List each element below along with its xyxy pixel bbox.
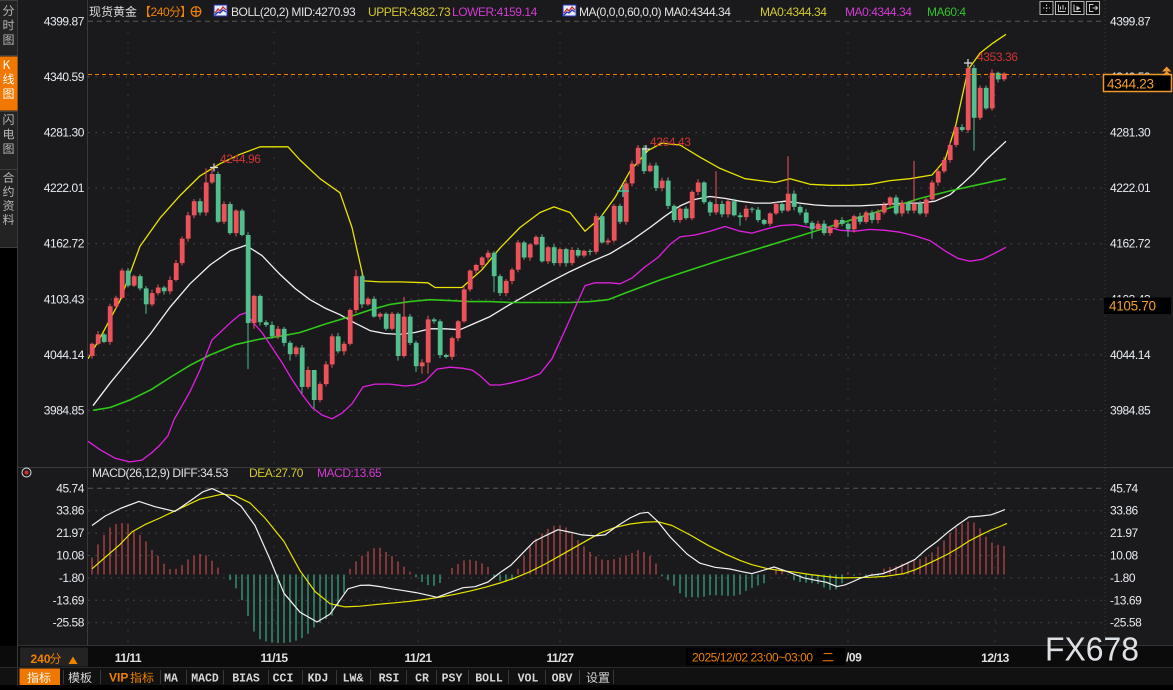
svg-text:11/11: 11/11 (115, 651, 142, 665)
svg-text:MA60:4: MA60:4 (927, 5, 966, 19)
svg-text:PSY: PSY (442, 673, 463, 686)
svg-text:11/15: 11/15 (260, 651, 288, 665)
svg-text:4222.01: 4222.01 (44, 181, 85, 195)
svg-text:3984.85: 3984.85 (44, 404, 85, 418)
svg-text:LOWER:4159.14: LOWER:4159.14 (452, 5, 538, 19)
svg-text:4281.30: 4281.30 (44, 126, 85, 140)
svg-text:4222.01: 4222.01 (1110, 181, 1151, 195)
svg-text:-1.80: -1.80 (59, 571, 85, 585)
svg-text:4399.87: 4399.87 (44, 14, 85, 28)
svg-text:/09: /09 (846, 651, 862, 665)
svg-text:MA0:4344.34: MA0:4344.34 (845, 5, 912, 19)
svg-text:33.86: 33.86 (1110, 504, 1139, 518)
svg-text:2025/12/02 23:00~03:00: 2025/12/02 23:00~03:00 (692, 651, 813, 665)
svg-text:DEA:27.70: DEA:27.70 (249, 466, 304, 480)
svg-text:240: 240 (151, 5, 170, 19)
svg-text:4281.30: 4281.30 (1110, 126, 1151, 140)
svg-text:4353.36: 4353.36 (977, 50, 1018, 64)
svg-text:CCI: CCI (273, 673, 294, 686)
svg-text:4044.14: 4044.14 (1110, 348, 1151, 362)
svg-text:21.97: 21.97 (1110, 526, 1139, 540)
svg-text:4340.59: 4340.59 (44, 70, 85, 84)
svg-text:4105.70: 4105.70 (1109, 299, 1156, 314)
svg-text:KDJ: KDJ (308, 673, 329, 686)
svg-text:MACD: MACD (191, 673, 219, 686)
svg-text:3984.85: 3984.85 (1110, 404, 1151, 418)
svg-text:-25.58: -25.58 (1110, 616, 1142, 630)
svg-text:21.97: 21.97 (56, 526, 85, 540)
svg-text:45.74: 45.74 (1110, 481, 1139, 495)
svg-text:10.08: 10.08 (1110, 549, 1139, 563)
svg-text:4162.72: 4162.72 (1110, 237, 1151, 251)
svg-text:MACD(26,12,9) DIFF:34.53: MACD(26,12,9) DIFF:34.53 (92, 466, 229, 480)
svg-text:4162.72: 4162.72 (44, 237, 85, 251)
svg-text:4399.87: 4399.87 (1110, 14, 1151, 28)
svg-text:-13.69: -13.69 (1110, 593, 1142, 607)
svg-text:10.08: 10.08 (56, 549, 85, 563)
svg-text:CR: CR (415, 673, 429, 686)
svg-text:MA(0,0,0,60,0,0) MA0:4344.34: MA(0,0,0,60,0,0) MA0:4344.34 (579, 5, 731, 19)
svg-text:BOLL(20,2) MID:4270.93: BOLL(20,2) MID:4270.93 (231, 5, 356, 19)
svg-text:BIAS: BIAS (232, 673, 260, 686)
svg-text:4244.96: 4244.96 (220, 152, 261, 166)
svg-text:4044.14: 4044.14 (44, 348, 85, 362)
svg-text:4264.43: 4264.43 (650, 135, 691, 149)
svg-text:BOLL: BOLL (475, 673, 503, 686)
svg-text:UPPER:4382.73: UPPER:4382.73 (368, 5, 451, 19)
svg-text:4103.43: 4103.43 (44, 292, 85, 306)
svg-text:MA0:4344.34: MA0:4344.34 (760, 5, 827, 19)
svg-text:11/27: 11/27 (546, 651, 574, 665)
svg-text:VOL: VOL (518, 673, 539, 686)
svg-text:MACD:13.65: MACD:13.65 (317, 466, 382, 480)
svg-text:12/13: 12/13 (981, 651, 1010, 665)
svg-text:OBV: OBV (552, 673, 573, 686)
svg-text:240: 240 (31, 652, 51, 666)
svg-text:MA: MA (164, 673, 178, 686)
svg-text:FX678: FX678 (1045, 632, 1139, 669)
svg-text:-1.80: -1.80 (1110, 571, 1136, 585)
svg-text:-13.69: -13.69 (53, 593, 85, 607)
svg-text:-25.58: -25.58 (53, 616, 85, 630)
svg-text:LW&: LW& (343, 673, 364, 686)
svg-text:VIP: VIP (109, 671, 128, 685)
svg-text:4344.23: 4344.23 (1107, 77, 1154, 92)
svg-text:45.74: 45.74 (56, 481, 85, 495)
svg-text:11/21: 11/21 (404, 651, 432, 665)
svg-text:33.86: 33.86 (56, 504, 85, 518)
svg-text:RSI: RSI (379, 673, 400, 686)
